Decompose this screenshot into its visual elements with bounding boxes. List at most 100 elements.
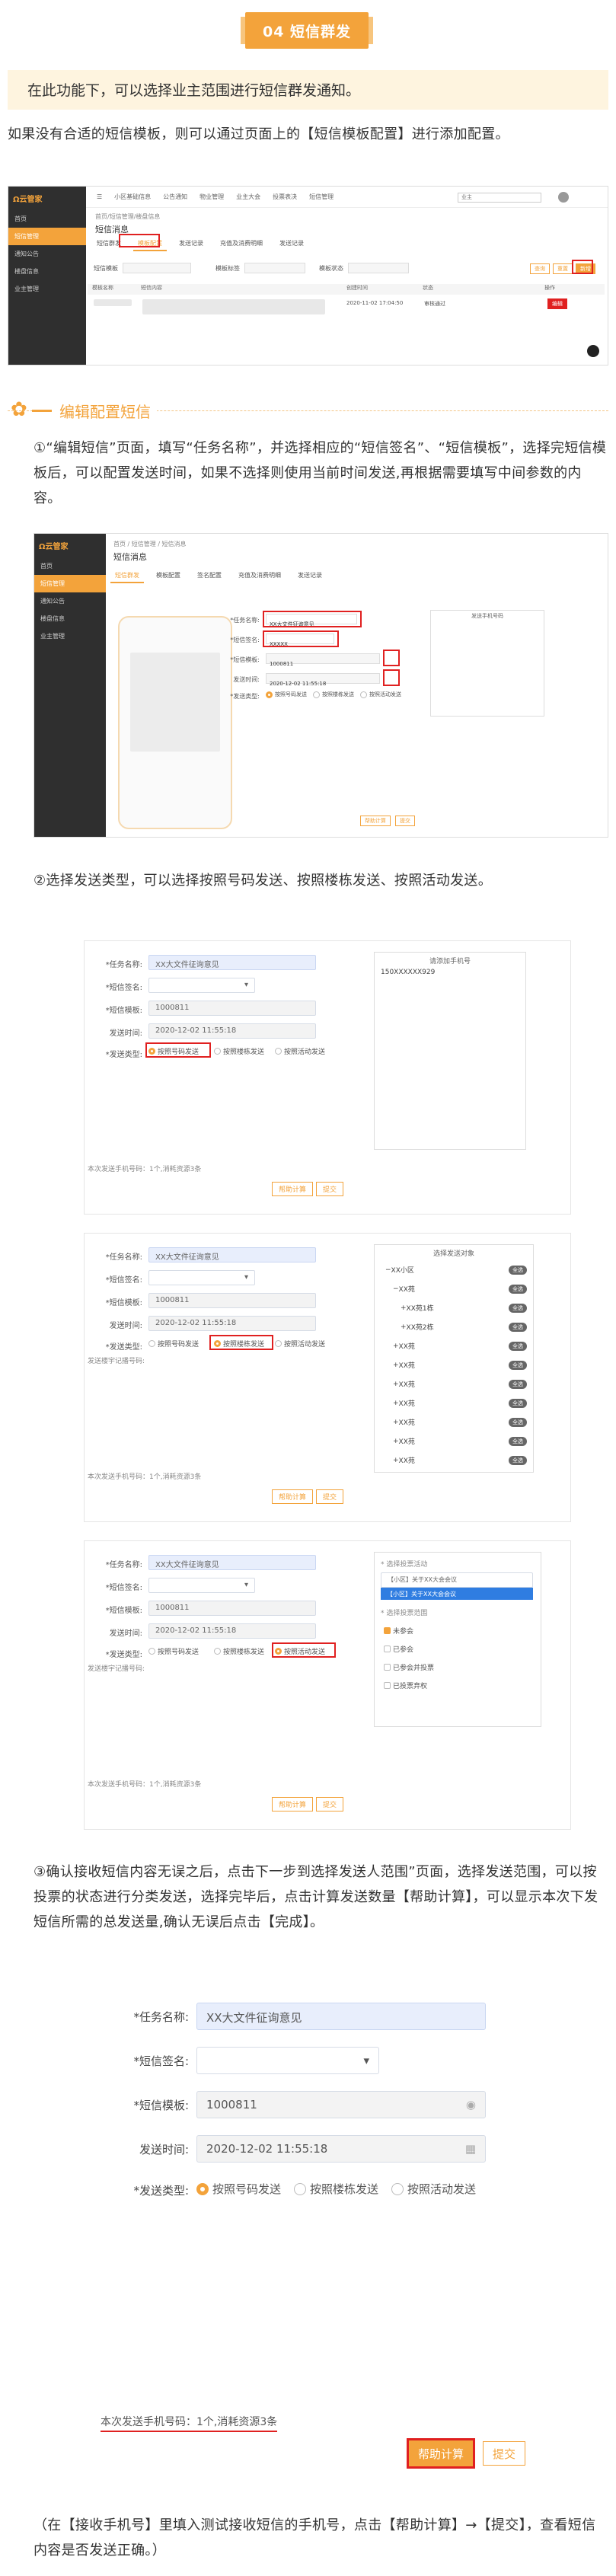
tree-node[interactable]: + XX苑 全选 [385,1336,527,1355]
time-input[interactable]: 2020-12-02 11:55:18 ▦ [196,2135,486,2163]
nav-item[interactable]: 业主大会 [236,193,260,201]
radio-by-activity[interactable]: 按照活动发送 [360,691,401,698]
sidebar-item-notice[interactable]: 通知公告 [34,592,106,610]
eye-icon[interactable]: ◉ [466,2098,476,2112]
submit-button[interactable]: 提交 [316,1797,344,1811]
activity-select[interactable]: 【小区】关于XX大会会议 [381,1572,533,1588]
tab-signature[interactable]: 签名配置 [193,569,226,583]
radio-by-activity[interactable]: 按照活动发送 [275,1339,325,1349]
tree-pill[interactable]: 全选 [509,1417,527,1427]
radio-by-activity[interactable]: 按照活动发送 [391,2181,476,2197]
search-button[interactable]: 查询 [530,263,550,274]
tree-node[interactable]: + XX苑 全选 [385,1374,527,1393]
tree-pill[interactable]: 全选 [509,1379,527,1389]
sidebar-item-sms[interactable]: 短信管理 [34,575,106,592]
time-input[interactable]: 2020-12-02 11:55:18 [148,1623,316,1639]
edit-button[interactable]: 编辑 [547,298,567,309]
reset-button[interactable]: 重置 [553,263,573,274]
tree-pill[interactable]: 全选 [509,1303,527,1313]
tree-pill[interactable]: 全选 [509,1322,527,1332]
sidebar-item-sms[interactable]: 短信管理 [8,228,86,245]
submit-button[interactable]: 提交 [316,1182,344,1196]
template-input[interactable]: 1000811 [148,1601,316,1616]
scope-option[interactable]: 已参会并投票 [384,1662,434,1672]
signature-select[interactable]: ▾ [148,978,255,993]
nav-item[interactable]: 投票表决 [273,193,297,201]
help-calc-button[interactable]: 帮助计算 [272,1182,314,1196]
tab-recharge[interactable]: 充值及消费明细 [215,237,267,251]
tree-node[interactable]: + XX苑1栋 全选 [385,1298,527,1317]
tree-pill[interactable]: 全选 [509,1284,527,1294]
sidebar-item-home[interactable]: 首页 [34,557,106,575]
tab-records[interactable]: 发送记录 [293,569,327,583]
task-name-input[interactable]: XX大文件征询意见 [148,955,316,970]
sidebar-item-owner[interactable]: 业主管理 [34,627,106,645]
help-calc-button[interactable]: 帮助计算 [360,816,391,826]
phones-panel[interactable]: 发送手机号码 [430,610,544,717]
tree-node[interactable]: + XX苑2栋 全选 [385,1317,527,1336]
tree-node[interactable]: + XX苑 全选 [385,1451,527,1470]
radio-by-building[interactable]: 按照楼栋发送 [294,2181,378,2197]
tree-pill[interactable]: 全选 [509,1360,527,1370]
nav-item[interactable]: 小区基础信息 [114,193,151,201]
signature-select[interactable]: ▾ [196,2047,379,2074]
scope-option[interactable]: 未参会 [384,1626,413,1636]
radio-by-building[interactable]: 按照楼栋发送 [313,691,354,698]
help-calc-button[interactable]: 帮助计算 [272,1797,314,1811]
template-input[interactable]: 1000811 ◉ [196,2091,486,2118]
nav-item[interactable]: 公告通知 [163,193,187,201]
radio-by-building[interactable]: 按照楼栋发送 [214,1046,264,1056]
tab-send[interactable]: 短信群发 [110,569,144,583]
submit-button[interactable]: 提交 [395,816,415,826]
signature-select[interactable]: ▾ [148,1578,255,1593]
tree-pill[interactable]: 全选 [509,1398,527,1408]
help-icon[interactable] [587,345,599,357]
tree-pill[interactable]: 全选 [509,1455,527,1465]
building-tree[interactable]: 选择发送对象 − XX小区 全选 − XX苑 全选 + XX苑1栋 全选 + XX苑2… [374,1244,534,1473]
radio-by-building[interactable]: 按照楼栋发送 [214,1646,264,1656]
tree-node[interactable]: + XX苑 全选 [385,1355,527,1374]
template-input[interactable]: 1000811 [148,1001,316,1016]
phone-list-textarea[interactable]: 请添加手机号 150XXXXXX929 [374,952,526,1150]
tree-node[interactable]: − XX小区 全选 [385,1260,527,1279]
activity-option[interactable]: 【小区】关于XX大会会议 [381,1588,533,1600]
tree-node[interactable]: − XX苑 全选 [385,1279,527,1298]
tree-node[interactable]: + XX苑 全选 [385,1412,527,1432]
tree-node[interactable]: + XX苑 全选 [385,1393,527,1412]
tree-pill[interactable]: 全选 [509,1436,527,1446]
scope-option[interactable]: 已投票弃权 [384,1681,427,1690]
tab-signature[interactable]: 发送记录 [174,237,208,251]
submit-button[interactable]: 提交 [316,1489,344,1504]
signature-select[interactable]: ▾ [148,1270,255,1285]
nav-item[interactable]: 短信管理 [309,193,334,201]
radio-by-phone[interactable]: 按照号码发送 [148,1646,199,1656]
tab-recharge[interactable]: 充值及消费明细 [234,569,286,583]
tag-filter[interactable] [244,263,305,273]
menu-icon[interactable]: ☰ [97,193,102,200]
tab-template[interactable]: 模板配置 [152,569,185,583]
template-input[interactable]: 1000811 [148,1293,316,1308]
sidebar-item-home[interactable]: 首页 [8,210,86,228]
sidebar-item-notice[interactable]: 通知公告 [8,245,86,263]
radio-by-phone[interactable]: 按照号码发送 [148,1339,199,1349]
help-calc-button[interactable]: 帮助计算 [407,2438,475,2469]
radio-by-activity[interactable]: 按照活动发送 [275,1046,325,1056]
sidebar-item-building[interactable]: 楼盘信息 [8,263,86,280]
time-input[interactable]: 2020-12-02 11:55:18 [266,673,380,687]
calendar-icon[interactable]: ▦ [465,2142,476,2156]
submit-button[interactable]: 提交 [483,2441,525,2466]
time-input[interactable]: 2020-12-02 11:55:18 [148,1023,316,1039]
task-name-input[interactable]: XX大文件征询意见 [148,1555,316,1570]
time-input[interactable]: 2020-12-02 11:55:18 [148,1316,316,1331]
scope-option[interactable]: 已参会 [384,1644,413,1654]
tree-pill[interactable]: 全选 [509,1265,527,1275]
template-input[interactable]: 1000811 [266,653,380,667]
tree-node[interactable]: + XX苑 全选 [385,1432,527,1451]
sidebar-item-building[interactable]: 楼盘信息 [34,610,106,627]
community-select[interactable]: 业主 [458,193,541,203]
template-filter[interactable] [123,263,191,273]
radio-by-phone[interactable]: 按照号码发送 [196,2181,281,2197]
sidebar-item-owner[interactable]: 业主管理 [8,280,86,298]
task-name-input[interactable]: XX大文件征询意见 [196,2003,486,2030]
radio-by-phone[interactable]: 按照号码发送 [266,691,307,698]
